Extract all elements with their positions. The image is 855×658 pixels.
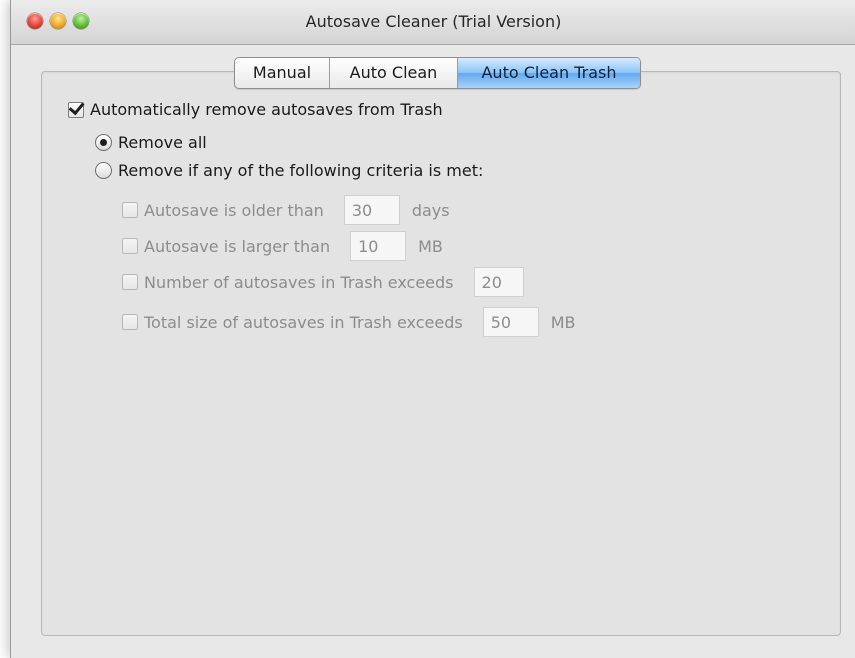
remove-all-row[interactable]: Remove all xyxy=(95,133,207,152)
app-window: Autosave Cleaner (Trial Version) Manual … xyxy=(10,0,855,658)
auto-remove-row[interactable]: Automatically remove autosaves from Tras… xyxy=(68,100,443,119)
criterion-larger-checkbox[interactable] xyxy=(122,238,138,254)
criterion-older-row[interactable]: Autosave is older than 30 days xyxy=(122,195,450,225)
criterion-count-checkbox[interactable] xyxy=(122,274,138,290)
criterion-larger-unit: MB xyxy=(418,236,443,256)
criterion-larger-label: Autosave is larger than xyxy=(144,236,331,256)
criterion-size-input[interactable]: 50 xyxy=(482,307,539,337)
tab-content-panel xyxy=(41,71,841,636)
tab-manual[interactable]: Manual xyxy=(235,58,330,88)
criterion-larger-row[interactable]: Autosave is larger than 10 MB xyxy=(122,231,443,261)
auto-remove-label[interactable]: Automatically remove autosaves from Tras… xyxy=(90,100,443,119)
tab-auto-clean-trash[interactable]: Auto Clean Trash xyxy=(458,58,640,88)
window-title: Autosave Cleaner (Trial Version) xyxy=(305,12,562,31)
criterion-count-label: Number of autosaves in Trash exceeds xyxy=(144,272,454,292)
window-content: Manual Auto Clean Auto Clean Trash Autom… xyxy=(11,45,855,658)
remove-if-radio[interactable] xyxy=(95,162,112,179)
tab-bar: Manual Auto Clean Auto Clean Trash xyxy=(234,57,641,89)
auto-remove-checkbox[interactable] xyxy=(68,101,84,118)
tab-auto-clean[interactable]: Auto Clean xyxy=(330,58,458,88)
title-bar[interactable]: Autosave Cleaner (Trial Version) xyxy=(11,0,855,45)
criterion-older-input[interactable]: 30 xyxy=(343,195,400,225)
criterion-older-checkbox[interactable] xyxy=(122,202,138,218)
remove-if-label[interactable]: Remove if any of the following criteria … xyxy=(118,161,483,180)
remove-if-row[interactable]: Remove if any of the following criteria … xyxy=(95,161,483,180)
remove-all-label[interactable]: Remove all xyxy=(118,133,207,152)
criterion-size-label: Total size of autosaves in Trash exceeds xyxy=(144,312,463,332)
criterion-older-unit: days xyxy=(411,200,450,220)
criterion-size-unit: MB xyxy=(550,312,576,332)
criterion-count-row[interactable]: Number of autosaves in Trash exceeds 20 xyxy=(122,267,524,297)
criterion-size-checkbox[interactable] xyxy=(122,314,138,330)
criterion-older-label: Autosave is older than xyxy=(144,200,324,220)
criterion-larger-input[interactable]: 10 xyxy=(350,231,407,261)
criterion-size-row[interactable]: Total size of autosaves in Trash exceeds… xyxy=(122,307,576,337)
remove-all-radio[interactable] xyxy=(95,134,112,151)
criterion-count-input[interactable]: 20 xyxy=(473,267,524,297)
